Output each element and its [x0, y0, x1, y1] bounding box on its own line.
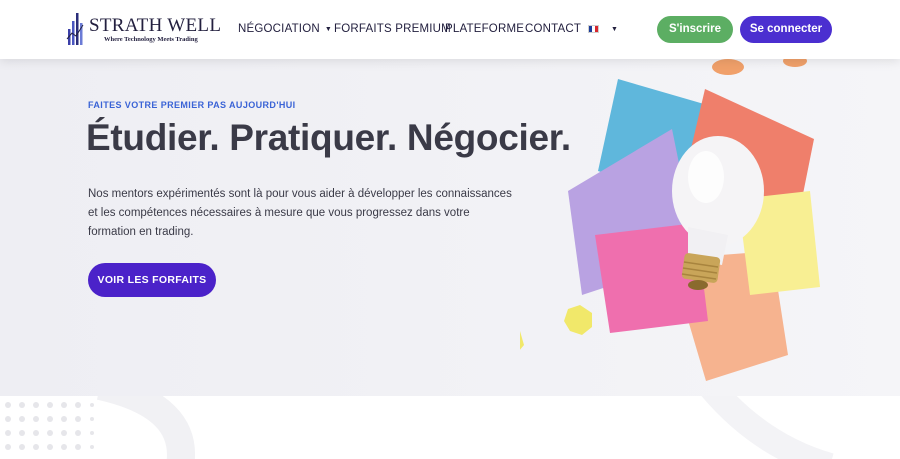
site-header: STRATH WELL Where Technology Meets Tradi… — [0, 0, 900, 59]
brand-logo[interactable]: STRATH WELL Where Technology Meets Tradi… — [66, 9, 221, 49]
decorative-curve — [96, 396, 195, 459]
nav-item-forfaits-premium[interactable]: FORFAITS PREMIUM — [334, 23, 451, 35]
lower-section — [0, 396, 900, 459]
language-selector[interactable]: ▼ — [588, 23, 618, 35]
nav-item-label: FORFAITS PREMIUM — [334, 23, 451, 35]
hero-description: Nos mentors expérimentés sont là pour vo… — [88, 188, 512, 238]
hero-eyebrow: FAITES VOTRE PREMIER PAS AUJOURD'HUI — [88, 100, 296, 110]
login-button[interactable]: Se connecter — [740, 16, 832, 43]
hero-section: FAITES VOTRE PREMIER PAS AUJOURD'HUI Étu… — [0, 59, 900, 396]
hero-headline: Étudier. Pratiquer. Négocier. — [86, 117, 571, 158]
nav-item-contact[interactable]: CONTACT — [525, 23, 581, 35]
bar-chart-logo-icon — [66, 13, 84, 45]
signup-button[interactable]: S'inscrire — [657, 16, 733, 43]
french-flag-icon — [588, 25, 599, 33]
caret-down-icon: ▼ — [324, 26, 332, 33]
brand-tagline: Where Technology Meets Trading — [104, 36, 198, 43]
decorative-curve — [701, 396, 834, 459]
nav-item-label: NÉGOCIATION — [238, 23, 320, 35]
nav-item-negociation[interactable]: NÉGOCIATION ▼ — [238, 23, 332, 35]
nav-item-label: PLATEFORME — [445, 23, 525, 35]
caret-down-icon: ▼ — [611, 26, 619, 33]
nav-item-plateforme[interactable]: PLATEFORME — [445, 23, 524, 35]
nav-item-label: CONTACT — [525, 23, 582, 35]
brand-name: STRATH WELL — [89, 15, 222, 36]
view-plans-button[interactable]: VOIR LES FORFAITS — [88, 263, 216, 297]
sticky-notes-lightbulb-illustration — [520, 59, 820, 381]
